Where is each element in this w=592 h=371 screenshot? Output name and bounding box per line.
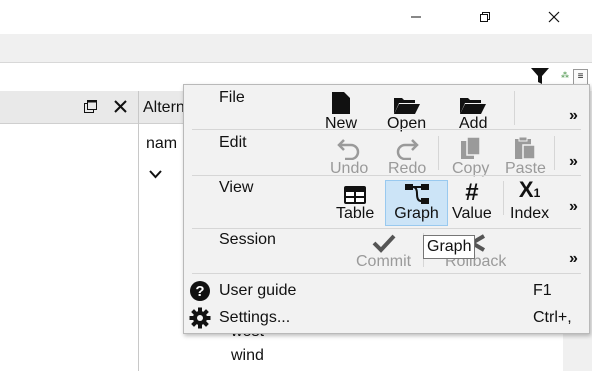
settings-label: Settings... (219, 309, 291, 326)
separator (192, 175, 581, 176)
copy-button[interactable]: Copy (452, 136, 489, 178)
hash-icon: # (465, 179, 479, 206)
separator (438, 136, 439, 170)
minimize-icon (411, 16, 421, 18)
file-overflow-button[interactable]: » (569, 107, 578, 125)
undo-button[interactable]: Undo (330, 136, 368, 178)
main-menu-popup: File New Open Add » Edit Undo Redo Copy … (183, 84, 590, 334)
commit-label: Commit (356, 253, 412, 270)
index-icon: X1 (518, 177, 541, 202)
filter-icon[interactable] (530, 67, 550, 85)
add-label: Add (459, 115, 488, 132)
separator (192, 228, 581, 229)
table-icon (344, 186, 367, 204)
float-icon[interactable] (84, 100, 97, 113)
view-section-label: View (219, 179, 254, 196)
user-guide-menu-item[interactable]: ? User guide F1 (184, 278, 589, 304)
graph-label: Graph (394, 205, 439, 222)
commit-button[interactable]: Commit (356, 233, 411, 271)
left-dock (0, 91, 139, 371)
gear-icon (189, 307, 211, 329)
hamburger-icon: ≡ (577, 71, 584, 82)
svg-text:?: ? (195, 283, 204, 300)
index-label: Index (510, 205, 550, 222)
session-overflow-button[interactable]: » (569, 250, 578, 268)
separator (503, 181, 504, 215)
new-label: New (325, 115, 358, 132)
check-icon (372, 234, 396, 253)
restore-icon (480, 12, 490, 22)
separator (554, 136, 555, 170)
open-folder-icon (393, 98, 420, 114)
redo-icon (396, 139, 419, 160)
file-section-label: File (219, 89, 245, 106)
graph-icon (404, 184, 429, 204)
help-icon: ? (190, 281, 210, 301)
dock-title: Altern (143, 99, 185, 116)
add-folder-icon (460, 98, 487, 114)
paste-button[interactable]: Paste (505, 136, 546, 178)
separator (514, 91, 515, 125)
new-file-icon (332, 92, 350, 114)
value-label: Value (452, 205, 492, 222)
status-icon: ⁂ (561, 71, 569, 80)
list-item[interactable]: wind (231, 347, 264, 365)
toolbar-strip (0, 34, 592, 62)
table-button[interactable]: Table (336, 181, 374, 223)
view-overflow-button[interactable]: » (569, 198, 578, 216)
close-icon (548, 11, 560, 23)
minimize-button[interactable] (393, 0, 439, 34)
settings-shortcut: Ctrl+, (533, 309, 572, 326)
graph-button[interactable]: Graph (385, 180, 448, 226)
hamburger-menu-button[interactable]: ≡ (573, 69, 588, 85)
tree-header: nam (146, 135, 178, 152)
edit-section-label: Edit (219, 134, 247, 151)
paste-icon (515, 136, 537, 160)
tooltip: Graph (423, 235, 476, 259)
add-button[interactable]: Add (459, 91, 487, 133)
edit-overflow-button[interactable]: » (569, 153, 578, 171)
session-section-label: Session (219, 231, 276, 248)
user-guide-label: User guide (219, 282, 297, 299)
open-label: Open (387, 115, 427, 132)
value-button[interactable]: # Value (452, 181, 492, 223)
user-guide-shortcut: F1 (533, 282, 552, 299)
redo-button[interactable]: Redo (388, 136, 426, 178)
separator (192, 129, 581, 130)
settings-menu-item[interactable]: Settings... Ctrl+, (184, 305, 589, 331)
undo-icon (337, 139, 360, 160)
close-icon[interactable] (114, 100, 127, 113)
table-label: Table (336, 205, 375, 222)
close-window-button[interactable] (531, 0, 577, 34)
open-button[interactable]: Open (387, 91, 426, 133)
index-button[interactable]: X1 Index (510, 177, 550, 223)
title-bar (0, 0, 592, 34)
left-dock-header (0, 91, 138, 124)
separator (192, 273, 581, 274)
new-button[interactable]: New (325, 91, 357, 133)
restore-button[interactable] (462, 0, 508, 34)
copy-icon (460, 136, 481, 159)
chevron-down-icon[interactable] (149, 170, 162, 179)
